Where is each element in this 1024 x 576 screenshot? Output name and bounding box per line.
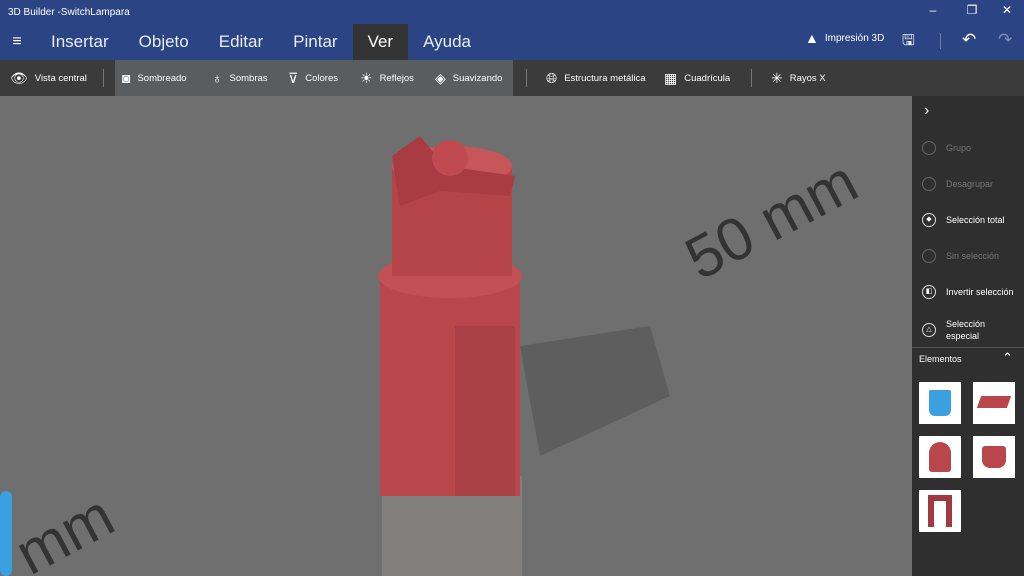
sin-seleccion-button[interactable]: Sin selección [922, 249, 999, 263]
vista-central-button[interactable]: 👁 Vista central [10, 60, 87, 96]
label: Rayos X [789, 72, 826, 84]
cuadricula-button[interactable]: ▦ Cuadrícula [664, 60, 730, 96]
hamburger-menu-icon[interactable]: ≡ [0, 33, 34, 51]
reflejos-button[interactable]: ☀ Reflejos [360, 60, 414, 96]
diamond-icon: ◈ [435, 69, 446, 86]
desagrupar-button[interactable]: Desagrupar [922, 177, 993, 191]
slotted-tube-preview [928, 495, 952, 527]
scene: 50 mm mm [0, 136, 868, 576]
element-thumb-5[interactable] [919, 490, 961, 532]
dome-preview [929, 442, 951, 472]
select-all-icon: ◆ [922, 213, 936, 227]
special-selection-icon: △ [922, 323, 936, 337]
menu-editar[interactable]: Editar [204, 24, 278, 60]
invertir-seleccion-button[interactable]: ◧ Invertir selección [922, 285, 1014, 299]
label: Sin selección [946, 251, 1000, 261]
selection-sidebar: › Grupo Desagrupar ◆ Selección total Sin … [912, 96, 1024, 576]
asterisk-icon: ✳ [771, 69, 783, 86]
chevron-up-icon[interactable]: ⌃ [1002, 350, 1013, 366]
3d-viewport[interactable]: 50 mm mm [0, 96, 912, 576]
label: Sombreado [137, 72, 187, 84]
label: Sombras [229, 72, 268, 84]
chevron-right-icon[interactable]: › [924, 102, 929, 120]
group-icon [922, 141, 936, 155]
element-thumb-1[interactable] [919, 382, 961, 424]
undo-icon[interactable]: ↶ [962, 30, 976, 50]
estructura-metalica-button[interactable]: 🌐︎ Estructura metálica [546, 60, 646, 96]
colores-button[interactable]: ⊽ Colores [288, 60, 338, 96]
rayos-x-button[interactable]: ✳ Rayos X [771, 60, 826, 96]
invert-selection-icon: ◧ [922, 285, 936, 299]
label: Selección especial [946, 319, 986, 341]
restore-button[interactable]: ❐ [957, 3, 987, 17]
print-3d-label: Impresión 3D [824, 32, 885, 44]
model-sphere [432, 140, 468, 176]
grid-icon: ▦ [664, 69, 678, 86]
main-menu: ≡ Insertar Objeto Editar Pintar Ver Ayud… [0, 24, 486, 60]
seleccion-total-button[interactable]: ◆ Selección total [922, 213, 1005, 227]
blue-cup-preview [929, 390, 951, 416]
model-slot [455, 326, 515, 496]
sombreado-button[interactable]: ◙ Sombreado [122, 60, 187, 96]
label: Colores [305, 72, 338, 84]
label: Reflejos [379, 72, 414, 84]
menu-pintar[interactable]: Pintar [278, 24, 352, 60]
ruler-label-mm: mm [5, 481, 125, 576]
menu-objeto[interactable]: Objeto [124, 24, 204, 60]
cup-preview [982, 446, 1006, 468]
print-3d-button[interactable]: ▲ Impresión 3D [805, 30, 884, 46]
grupo-button[interactable]: Grupo [922, 141, 971, 155]
label: Suavizando [452, 72, 503, 84]
label: Selección total [946, 215, 1005, 225]
eye-icon: 👁 [10, 69, 28, 86]
ungroup-icon [922, 177, 936, 191]
element-thumb-2[interactable] [973, 382, 1015, 424]
close-button[interactable]: ✕ [992, 3, 1022, 17]
redo-icon[interactable]: ↷ [998, 30, 1012, 50]
shading-icon: ◙ [122, 70, 131, 86]
suavizando-button[interactable]: ◈ Suavizando [435, 60, 502, 96]
title-bar: 3D Builder -SwitchLampara – ❐ ✕ ≡ Insert… [0, 0, 1024, 60]
globe-icon: 🌐︎ [546, 69, 558, 86]
label: Vista central [34, 72, 87, 84]
divider [103, 69, 104, 87]
divider [912, 347, 1024, 348]
label: Cuadrícula [684, 72, 731, 84]
label: Grupo [946, 143, 972, 153]
label: Desagrupar [946, 179, 994, 189]
sombras-button[interactable]: ♁ Sombras [212, 60, 268, 96]
paint-bucket-icon: ⊽ [288, 69, 299, 86]
blue-object[interactable] [0, 491, 12, 576]
minimize-button[interactable]: – [918, 3, 948, 17]
menu-ayuda[interactable]: Ayuda [408, 24, 486, 60]
elementos-title: Elementos [919, 354, 962, 364]
element-thumb-3[interactable] [919, 436, 961, 478]
print-3d-icon: ▲ [805, 30, 819, 46]
divider [940, 33, 941, 49]
app-title: 3D Builder -SwitchLampara [8, 7, 130, 18]
menu-insertar[interactable]: Insertar [34, 24, 124, 60]
model-shadow [520, 326, 670, 456]
divider [751, 69, 752, 87]
label: Estructura metálica [564, 72, 646, 84]
lightbulb-icon: ♁ [212, 70, 223, 86]
select-none-icon [922, 249, 936, 263]
label: Invertir selección [946, 287, 1014, 297]
blades-preview [976, 396, 1012, 408]
view-toolbar: 👁 Vista central ◙ Sombreado ♁ Sombras ⊽ Colo… [0, 60, 1024, 96]
sunrise-icon: ☀ [360, 69, 373, 86]
element-thumb-4[interactable] [973, 436, 1015, 478]
ruler-label-50mm: 50 mm [675, 147, 868, 292]
divider [526, 69, 527, 87]
seleccion-especial-button[interactable]: △ Selección especial [922, 318, 996, 342]
menu-ver[interactable]: Ver [352, 24, 409, 60]
save-icon[interactable]: 🖫 [902, 30, 915, 55]
